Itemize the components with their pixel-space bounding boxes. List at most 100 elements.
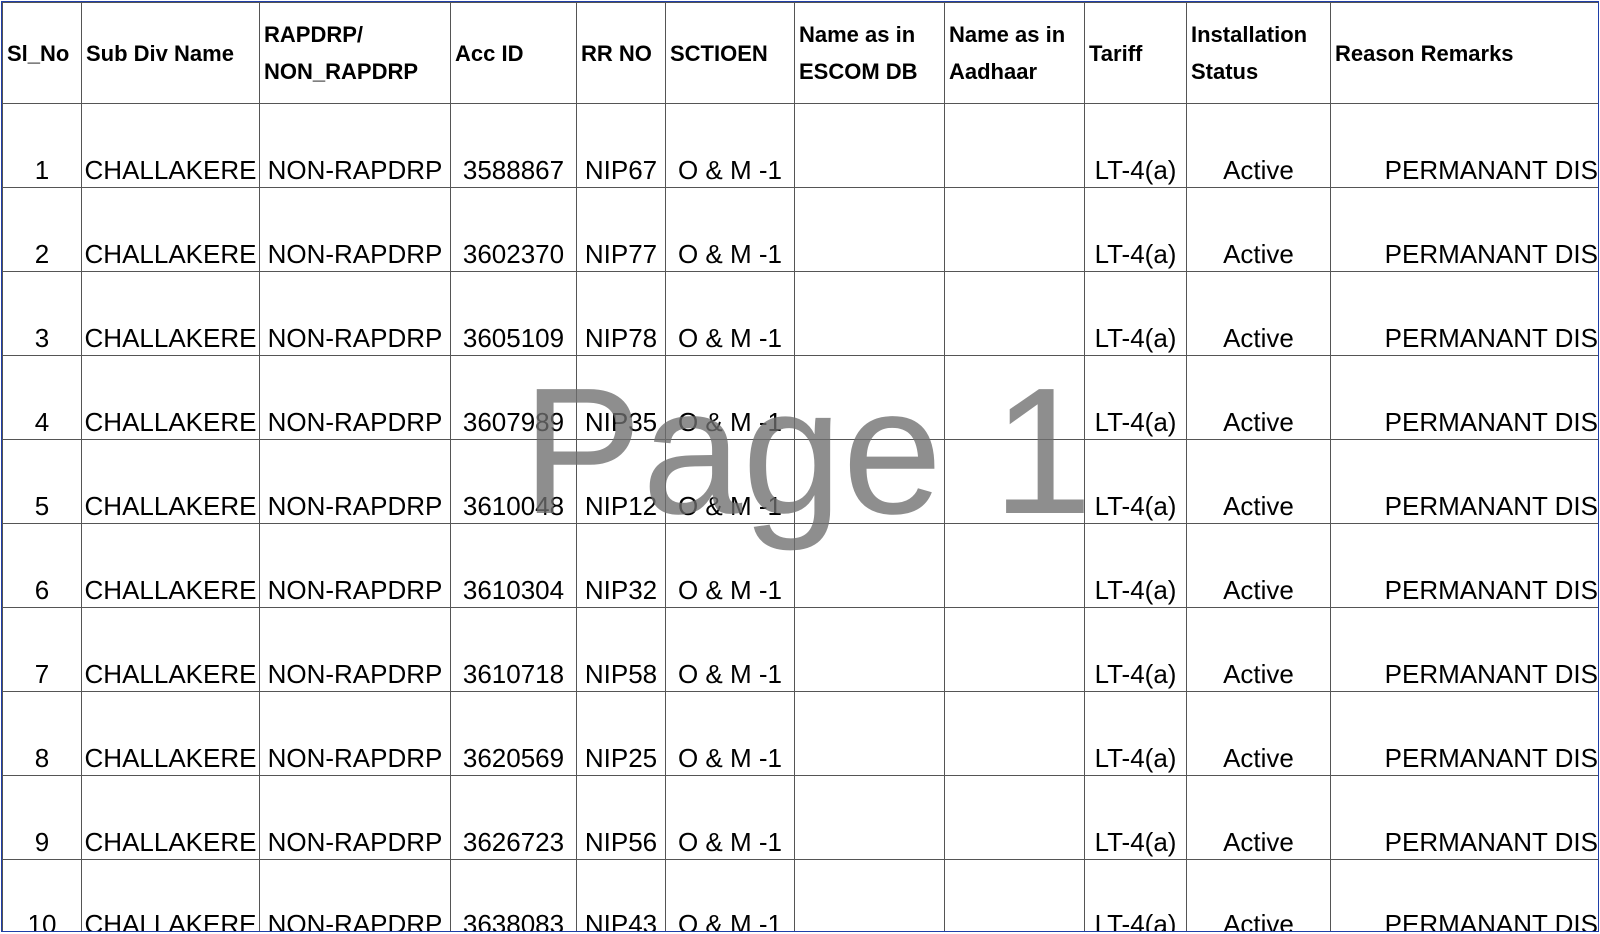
header-sub-div-name[interactable]: Sub Div Name	[81, 2, 260, 104]
cell-tariff[interactable]: LT-4(a)	[1084, 355, 1187, 440]
cell-rapdrp[interactable]: NON-RAPDRP	[259, 187, 451, 272]
cell-installation-status[interactable]: Active	[1186, 523, 1331, 608]
cell-reason-remarks[interactable]: PERMANANT DIS	[1330, 523, 1598, 608]
cell-sl-no[interactable]: 8	[2, 691, 82, 776]
cell-tariff[interactable]: LT-4(a)	[1084, 523, 1187, 608]
cell-sl-no[interactable]: 1	[2, 103, 82, 188]
cell-name-escom[interactable]	[794, 775, 945, 860]
cell-installation-status[interactable]: Active	[1186, 607, 1331, 692]
cell-reason-remarks[interactable]: PERMANANT DIS	[1330, 355, 1598, 440]
cell-reason-remarks[interactable]: PERMANANT DIS	[1330, 271, 1598, 356]
cell-section[interactable]: O & M -1	[665, 355, 795, 440]
cell-name-aadhaar[interactable]	[944, 355, 1085, 440]
header-section[interactable]: SCTIOEN	[665, 2, 795, 104]
header-installation-status[interactable]: Installation Status	[1186, 2, 1331, 104]
cell-name-escom[interactable]	[794, 691, 945, 776]
cell-section[interactable]: O & M -1	[665, 271, 795, 356]
cell-sl-no[interactable]: 4	[2, 355, 82, 440]
cell-installation-status[interactable]: Active	[1186, 439, 1331, 524]
cell-sub-div-name[interactable]: CHALLAKERE	[81, 607, 260, 692]
cell-section[interactable]: O & M -1	[665, 523, 795, 608]
cell-tariff[interactable]: LT-4(a)	[1084, 439, 1187, 524]
cell-name-escom[interactable]	[794, 607, 945, 692]
cell-installation-status[interactable]: Active	[1186, 691, 1331, 776]
cell-reason-remarks[interactable]: PERMANANT DIS	[1330, 187, 1598, 272]
cell-acc-id[interactable]: 3620569	[450, 691, 577, 776]
cell-name-aadhaar[interactable]	[944, 607, 1085, 692]
cell-name-escom[interactable]	[794, 355, 945, 440]
cell-rapdrp[interactable]: NON-RAPDRP	[259, 775, 451, 860]
cell-tariff[interactable]: LT-4(a)	[1084, 271, 1187, 356]
cell-sl-no[interactable]: 5	[2, 439, 82, 524]
cell-reason-remarks[interactable]: PERMANANT DIS	[1330, 607, 1598, 692]
cell-tariff[interactable]: LT-4(a)	[1084, 691, 1187, 776]
cell-rapdrp[interactable]: NON-RAPDRP	[259, 103, 451, 188]
cell-sl-no[interactable]: 7	[2, 607, 82, 692]
cell-installation-status[interactable]: Active	[1186, 271, 1331, 356]
cell-sub-div-name[interactable]: CHALLAKERE	[81, 859, 260, 931]
cell-name-aadhaar[interactable]	[944, 439, 1085, 524]
cell-rapdrp[interactable]: NON-RAPDRP	[259, 691, 451, 776]
cell-name-escom[interactable]	[794, 439, 945, 524]
header-name-escom[interactable]: Name as in ESCOM DB	[794, 2, 945, 104]
cell-rr-no[interactable]: NIP25	[576, 691, 666, 776]
cell-acc-id[interactable]: 3638083	[450, 859, 577, 931]
cell-rapdrp[interactable]: NON-RAPDRP	[259, 607, 451, 692]
cell-reason-remarks[interactable]: PERMANANT DIS	[1330, 439, 1598, 524]
cell-tariff[interactable]: LT-4(a)	[1084, 103, 1187, 188]
cell-acc-id[interactable]: 3626723	[450, 775, 577, 860]
cell-rr-no[interactable]: NIP77	[576, 187, 666, 272]
cell-section[interactable]: O & M -1	[665, 775, 795, 860]
cell-section[interactable]: O & M -1	[665, 859, 795, 931]
cell-name-aadhaar[interactable]	[944, 271, 1085, 356]
cell-reason-remarks[interactable]: PERMANANT DIS	[1330, 691, 1598, 776]
cell-installation-status[interactable]: Active	[1186, 355, 1331, 440]
cell-acc-id[interactable]: 3610048	[450, 439, 577, 524]
cell-name-aadhaar[interactable]	[944, 775, 1085, 860]
cell-rr-no[interactable]: NIP35	[576, 355, 666, 440]
cell-sub-div-name[interactable]: CHALLAKERE	[81, 775, 260, 860]
cell-name-escom[interactable]	[794, 187, 945, 272]
cell-acc-id[interactable]: 3605109	[450, 271, 577, 356]
cell-rr-no[interactable]: NIP56	[576, 775, 666, 860]
header-rapdrp[interactable]: RAPDRP/ NON_RAPDRP	[259, 2, 451, 104]
cell-rr-no[interactable]: NIP78	[576, 271, 666, 356]
cell-rr-no[interactable]: NIP43	[576, 859, 666, 931]
cell-tariff[interactable]: LT-4(a)	[1084, 859, 1187, 931]
cell-name-escom[interactable]	[794, 271, 945, 356]
cell-reason-remarks[interactable]: PERMANANT DIS	[1330, 775, 1598, 860]
cell-sub-div-name[interactable]: CHALLAKERE	[81, 691, 260, 776]
cell-rr-no[interactable]: NIP67	[576, 103, 666, 188]
cell-acc-id[interactable]: 3602370	[450, 187, 577, 272]
cell-name-aadhaar[interactable]	[944, 859, 1085, 931]
cell-rr-no[interactable]: NIP58	[576, 607, 666, 692]
cell-installation-status[interactable]: Active	[1186, 859, 1331, 931]
cell-rr-no[interactable]: NIP12	[576, 439, 666, 524]
cell-name-aadhaar[interactable]	[944, 103, 1085, 188]
cell-sl-no[interactable]: 9	[2, 775, 82, 860]
header-acc-id[interactable]: Acc ID	[450, 2, 577, 104]
cell-reason-remarks[interactable]: PERMANANT DIS	[1330, 859, 1598, 931]
cell-installation-status[interactable]: Active	[1186, 775, 1331, 860]
cell-name-aadhaar[interactable]	[944, 523, 1085, 608]
cell-sl-no[interactable]: 3	[2, 271, 82, 356]
cell-sub-div-name[interactable]: CHALLAKERE	[81, 439, 260, 524]
cell-acc-id[interactable]: 3588867	[450, 103, 577, 188]
header-rr-no[interactable]: RR NO	[576, 2, 666, 104]
cell-sl-no[interactable]: 10	[2, 859, 82, 931]
cell-sl-no[interactable]: 2	[2, 187, 82, 272]
cell-name-aadhaar[interactable]	[944, 187, 1085, 272]
cell-sub-div-name[interactable]: CHALLAKERE	[81, 103, 260, 188]
cell-rapdrp[interactable]: NON-RAPDRP	[259, 355, 451, 440]
cell-section[interactable]: O & M -1	[665, 439, 795, 524]
header-tariff[interactable]: Tariff	[1084, 2, 1187, 104]
cell-section[interactable]: O & M -1	[665, 607, 795, 692]
cell-acc-id[interactable]: 3607989	[450, 355, 577, 440]
cell-sub-div-name[interactable]: CHALLAKERE	[81, 187, 260, 272]
cell-rapdrp[interactable]: NON-RAPDRP	[259, 523, 451, 608]
header-sl-no[interactable]: Sl_No	[2, 2, 82, 104]
cell-section[interactable]: O & M -1	[665, 103, 795, 188]
cell-sub-div-name[interactable]: CHALLAKERE	[81, 523, 260, 608]
cell-sub-div-name[interactable]: CHALLAKERE	[81, 355, 260, 440]
cell-rapdrp[interactable]: NON-RAPDRP	[259, 439, 451, 524]
